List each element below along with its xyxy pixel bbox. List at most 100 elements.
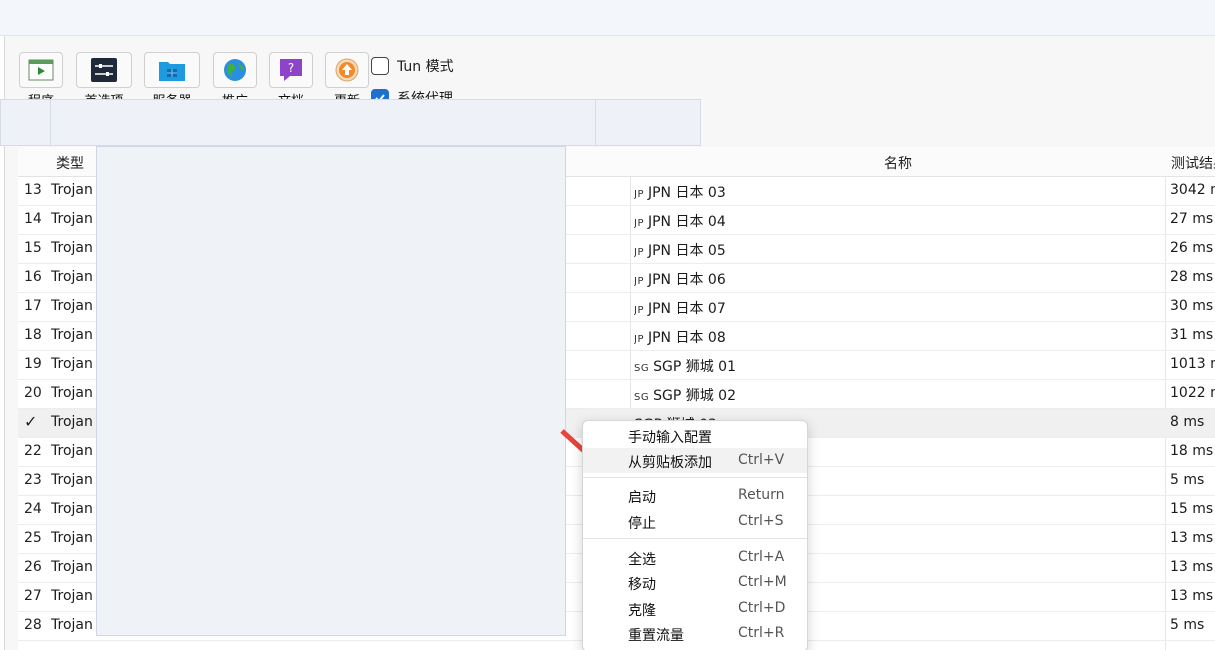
docs-button[interactable]: ? 文档 (267, 52, 315, 109)
menu-item-manual-config[interactable]: 手动输入配置 (583, 423, 807, 448)
menu-item-stop[interactable]: 停止 Ctrl+S (583, 509, 807, 534)
row-test-result: 5 ms (1170, 472, 1205, 488)
row-name-text: JPN 日本 05 (647, 243, 726, 259)
menu-item-label: 移动 (628, 577, 656, 593)
row-name-text: JPN 日本 04 (647, 214, 726, 230)
menu-item-shortcut: Ctrl+S (738, 513, 784, 529)
row-name: JP JPN 日本 06 (634, 269, 1164, 289)
row-test-result: 15 ms (1170, 501, 1214, 517)
country-flag-icon: SG (634, 363, 650, 374)
tun-mode-label: Tun 模式 (397, 59, 454, 75)
row-name-text: SGP 狮城 02 (653, 388, 737, 404)
row-index: 18 (24, 327, 42, 343)
row-test-result: 13 ms (1170, 530, 1214, 546)
menu-item-label: 重置流量 (628, 628, 684, 644)
menu-item-label: 克隆 (628, 603, 656, 619)
column-header-name[interactable]: 名称 (884, 153, 912, 173)
row-index: ✓ (24, 412, 38, 431)
row-index: 17 (24, 298, 42, 314)
row-index: 24 (24, 501, 42, 517)
row-index: 26 (24, 559, 42, 575)
menu-item-shortcut: Return (738, 487, 785, 503)
divider (50, 100, 51, 145)
row-test-result: 26 ms (1170, 240, 1214, 256)
country-flag-icon: JP (634, 189, 644, 200)
program-icon (19, 52, 63, 88)
menu-item-label: 全选 (628, 552, 656, 568)
column-header-test-result[interactable]: 测试结果 (1171, 153, 1215, 173)
update-button[interactable]: 更新 (323, 52, 371, 109)
menu-item-clone[interactable]: 克隆 Ctrl+D (583, 596, 807, 621)
menu-item-reset-traffic[interactable]: 重置流量 Ctrl+R (583, 621, 807, 646)
redaction-panel (96, 146, 566, 636)
country-flag-icon: JP (634, 218, 644, 229)
row-test-result: 1013 ms (1170, 356, 1215, 372)
row-test-result: 8 ms (1170, 414, 1205, 430)
country-flag-icon: SG (634, 392, 650, 403)
menu-item-shortcut: Ctrl+D (738, 600, 786, 616)
redaction-strip (0, 99, 701, 146)
context-menu: 手动输入配置 从剪贴板添加 Ctrl+V 启动 Return 停止 Ctrl+S… (582, 420, 808, 650)
program-button[interactable]: 程序 (17, 52, 65, 109)
row-index: 15 (24, 240, 42, 256)
servers-icon (144, 52, 200, 88)
menu-item-shortcut: Ctrl+R (738, 625, 785, 641)
row-index: 16 (24, 269, 42, 285)
country-flag-icon: JP (634, 247, 644, 258)
tun-mode-checkbox[interactable] (371, 57, 389, 75)
row-test-result: 31 ms (1170, 327, 1214, 343)
tun-mode-toggle[interactable]: Tun 模式 (371, 56, 454, 76)
menu-item-shortcut: Ctrl+V (738, 452, 785, 468)
menu-item-label: 手动输入配置 (628, 430, 712, 446)
menu-item-label: 从剪贴板添加 (628, 455, 712, 471)
row-name-text: JPN 日本 08 (647, 330, 726, 346)
menu-separator (583, 477, 807, 478)
menu-item-move[interactable]: 移动 Ctrl+M (583, 570, 807, 595)
update-icon (325, 52, 369, 88)
svg-text:?: ? (288, 61, 294, 75)
menu-item-select-all[interactable]: 全选 Ctrl+A (583, 545, 807, 570)
row-test-result: 3042 ms (1170, 182, 1215, 198)
row-name-text: SGP 狮城 01 (653, 359, 737, 375)
country-flag-icon: JP (634, 305, 644, 316)
country-flag-icon: JP (634, 334, 644, 345)
menu-item-start[interactable]: 启动 Return (583, 483, 807, 508)
row-test-result: 13 ms (1170, 588, 1214, 604)
country-flag-icon: JP (634, 276, 644, 287)
row-name: JP JPN 日本 08 (634, 327, 1164, 347)
row-index: 19 (24, 356, 42, 372)
menu-item-label: 停止 (628, 516, 656, 532)
row-test-result: 13 ms (1170, 559, 1214, 575)
promote-button[interactable]: 推广 (211, 52, 259, 109)
preferences-button[interactable]: 首选项 (73, 52, 135, 109)
row-index: 22 (24, 443, 42, 459)
row-name: JP JPN 日本 03 (634, 182, 1164, 202)
globe-icon (213, 52, 257, 88)
row-index: 13 (24, 182, 42, 198)
preferences-icon (76, 52, 132, 88)
row-name: JP JPN 日本 05 (634, 240, 1164, 260)
row-name-text: JPN 日本 07 (647, 301, 726, 317)
row-test-result: 18 ms (1170, 443, 1214, 459)
row-name-text: JPN 日本 06 (647, 272, 726, 288)
row-index: 23 (24, 472, 42, 488)
menu-separator (583, 538, 807, 539)
row-test-result: 5 ms (1170, 617, 1205, 633)
servers-button[interactable]: 服务器 (143, 52, 201, 109)
row-index: 14 (24, 211, 42, 227)
window-titlebar (0, 0, 1215, 36)
row-name-text: JPN 日本 03 (647, 185, 726, 201)
row-index: 20 (24, 385, 42, 401)
row-test-result: 1022 ms (1170, 385, 1215, 401)
row-name: JP JPN 日本 07 (634, 298, 1164, 318)
row-index: 28 (24, 617, 42, 633)
menu-item-add-from-clipboard[interactable]: 从剪贴板添加 Ctrl+V (583, 448, 807, 473)
menu-item-shortcut: Ctrl+A (738, 549, 785, 565)
row-test-result: 28 ms (1170, 269, 1214, 285)
column-header-type[interactable]: 类型 (56, 153, 84, 173)
menu-item-shortcut: Ctrl+M (738, 574, 787, 590)
row-name: JP JPN 日本 04 (634, 211, 1164, 231)
row-test-result: 30 ms (1170, 298, 1214, 314)
docs-icon: ? (269, 52, 313, 88)
menu-item-label: 启动 (628, 490, 656, 506)
